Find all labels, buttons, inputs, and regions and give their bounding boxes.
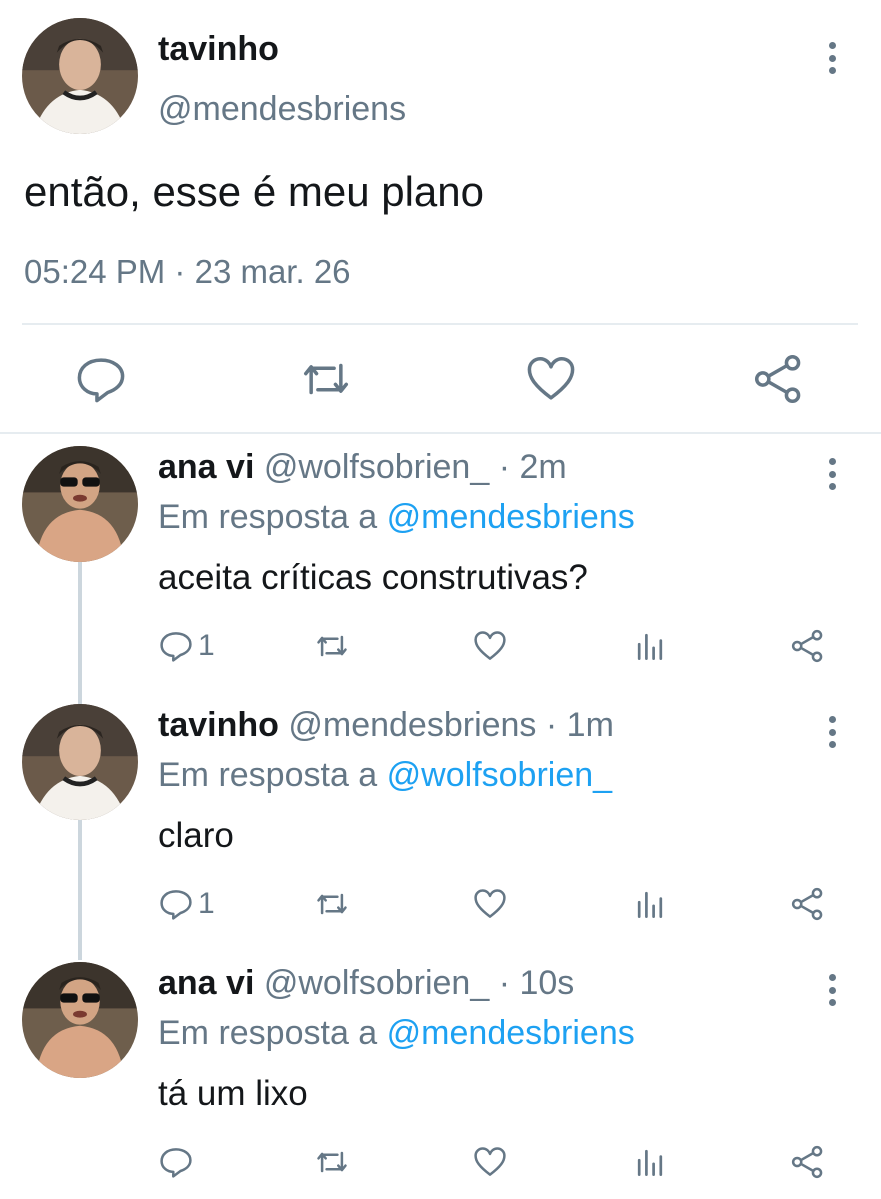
avatar-tavinho[interactable] (22, 18, 138, 134)
divider (22, 323, 858, 325)
reply-count: 1 (198, 629, 215, 662)
reply-tweet[interactable]: tavinho @mendesbriens · 1m Em resposta a… (0, 692, 881, 950)
in-reply-to-label: Em resposta a (158, 1014, 378, 1052)
main-tweet-date: 23 mar. 26 (194, 253, 351, 290)
in-reply-to: Em resposta a @mendesbriens (158, 498, 635, 537)
reply-icon[interactable] (158, 1142, 198, 1182)
like-icon[interactable] (524, 352, 578, 406)
reply-text: claro (158, 816, 234, 855)
reply-tweet[interactable]: ana vi @wolfsobrien_ · 10s Em resposta a… (0, 950, 881, 1199)
in-reply-to-label: Em resposta a (158, 498, 378, 536)
avatar-tavinho[interactable] (22, 704, 138, 820)
avatar-ana-vi[interactable] (22, 446, 138, 562)
more-options-icon[interactable] (820, 38, 844, 78)
reply-author-handle[interactable]: @wolfsobrien_ (264, 964, 489, 1002)
in-reply-to-mention[interactable]: @mendesbriens (387, 498, 635, 536)
reply-text: aceita críticas construtivas? (158, 558, 588, 597)
main-tweet-time: 05:24 PM (24, 253, 166, 290)
like-icon[interactable] (472, 884, 508, 924)
reply-count: 1 (198, 887, 215, 920)
in-reply-to: Em resposta a @wolfsobrien_ (158, 756, 612, 795)
meta-separator: · (174, 253, 186, 290)
analytics-icon[interactable] (632, 884, 668, 924)
more-options-icon[interactable] (820, 970, 844, 1010)
analytics-icon[interactable] (632, 626, 668, 666)
more-options-icon[interactable] (820, 454, 844, 494)
retweet-icon[interactable] (314, 626, 350, 666)
reply-author-name[interactable]: ana vi (158, 964, 254, 1002)
retweet-icon[interactable] (314, 1142, 350, 1182)
share-icon[interactable] (752, 352, 806, 406)
main-tweet-timestamp: 05:24 PM · 23 mar. 26 (24, 253, 351, 291)
retweet-icon[interactable] (314, 884, 350, 924)
like-icon[interactable] (472, 1142, 508, 1182)
main-author-name[interactable]: tavinho (158, 30, 279, 69)
retweet-icon[interactable] (299, 352, 353, 406)
reply-header: ana vi @wolfsobrien_ · 2m (158, 448, 567, 487)
like-icon[interactable] (472, 626, 508, 666)
reply-icon[interactable]: 1 (158, 626, 215, 666)
reply-icon[interactable]: 1 (158, 884, 215, 924)
in-reply-to-label: Em resposta a (158, 756, 378, 794)
main-author-handle[interactable]: @mendesbriens (158, 90, 406, 129)
reply-time[interactable]: 2m (519, 448, 566, 486)
reply-time[interactable]: 10s (519, 964, 574, 1002)
share-icon[interactable] (790, 1142, 826, 1182)
in-reply-to: Em resposta a @mendesbriens (158, 1014, 635, 1053)
reply-tweet[interactable]: ana vi @wolfsobrien_ · 2m Em resposta a … (0, 434, 881, 692)
reply-text: tá um lixo (158, 1074, 308, 1113)
avatar-photo (22, 18, 138, 134)
reply-author-name[interactable]: ana vi (158, 448, 254, 486)
main-tweet: tavinho @mendesbriens então, esse é meu … (0, 0, 881, 432)
share-icon[interactable] (790, 884, 826, 924)
share-icon[interactable] (790, 626, 826, 666)
header-separator: · (545, 706, 558, 744)
more-options-icon[interactable] (820, 712, 844, 752)
reply-icon[interactable] (74, 352, 128, 406)
analytics-icon[interactable] (632, 1142, 668, 1182)
reply-time[interactable]: 1m (567, 706, 614, 744)
reply-header: ana vi @wolfsobrien_ · 10s (158, 964, 574, 1003)
in-reply-to-mention[interactable]: @mendesbriens (387, 1014, 635, 1052)
reply-author-name[interactable]: tavinho (158, 706, 279, 744)
header-separator: · (498, 448, 511, 486)
reply-header: tavinho @mendesbriens · 1m (158, 706, 614, 745)
reply-author-handle[interactable]: @mendesbriens (288, 706, 536, 744)
header-separator: · (498, 964, 511, 1002)
reply-author-handle[interactable]: @wolfsobrien_ (264, 448, 489, 486)
in-reply-to-mention[interactable]: @wolfsobrien_ (387, 756, 612, 794)
main-tweet-text: então, esse é meu plano (24, 168, 484, 215)
avatar-ana-vi[interactable] (22, 962, 138, 1078)
